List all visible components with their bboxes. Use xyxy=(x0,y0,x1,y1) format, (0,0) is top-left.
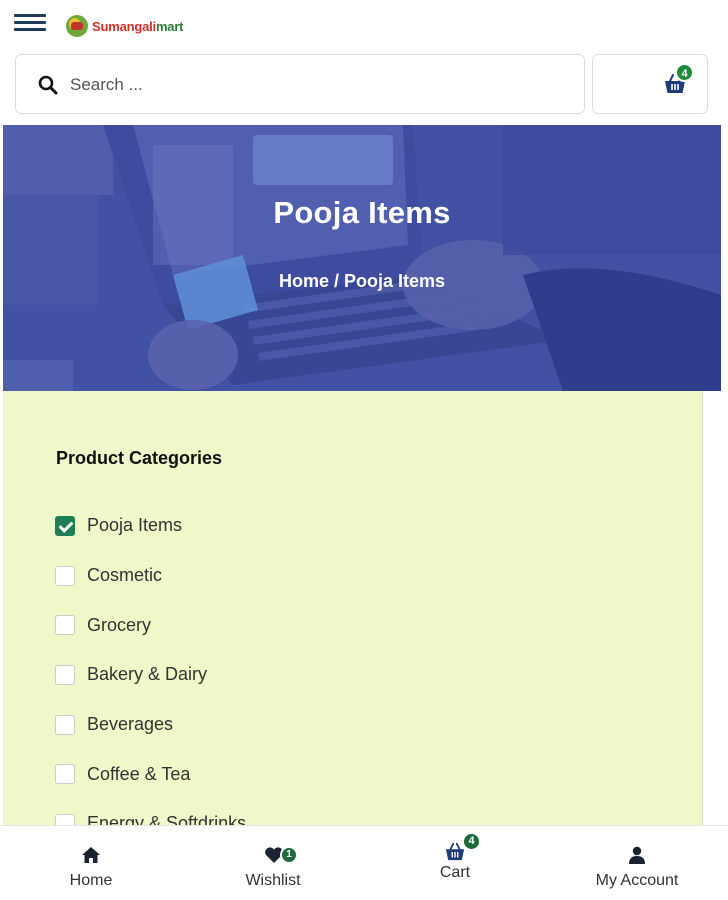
category-label: Grocery xyxy=(87,614,152,635)
page-title: Pooja Items xyxy=(273,195,451,230)
category-checkbox[interactable] xyxy=(55,515,75,536)
category-checkbox[interactable] xyxy=(55,664,75,685)
nav-my-account[interactable]: My Account xyxy=(546,826,728,900)
category-item-pooja-items[interactable]: Pooja Items xyxy=(55,501,246,551)
top-bar: Sumangalimart xyxy=(0,0,728,52)
user-icon xyxy=(629,846,645,864)
search-box xyxy=(15,54,585,114)
hamburger-menu-icon[interactable] xyxy=(14,10,46,38)
nav-wishlist[interactable]: 1 Wishlist xyxy=(182,826,364,900)
category-checkbox[interactable] xyxy=(55,615,75,636)
header-cart-button[interactable]: 4 xyxy=(592,54,708,114)
category-item-grocery[interactable]: Grocery xyxy=(55,600,246,650)
category-item-beverages[interactable]: Beverages xyxy=(55,700,246,750)
category-item-bakery-dairy[interactable]: Bakery & Dairy xyxy=(55,650,246,700)
site-logo[interactable]: Sumangalimart xyxy=(66,12,184,40)
category-item-cosmetic[interactable]: Cosmetic xyxy=(55,551,246,601)
category-label: Coffee & Tea xyxy=(87,763,191,784)
category-label: Beverages xyxy=(87,714,174,735)
category-label: Pooja Items xyxy=(87,515,183,536)
breadcrumb: Home / Pooja Items xyxy=(3,271,721,292)
wishlist-count-badge: 1 xyxy=(280,846,298,864)
bottom-navigation: Home 1 Wishlist 4 Cart My Account xyxy=(0,825,728,900)
nav-cart[interactable]: 4 Cart xyxy=(364,826,546,900)
cart-count-badge: 4 xyxy=(675,63,694,82)
category-item-coffee-tea[interactable]: Coffee & Tea xyxy=(55,749,246,799)
product-categories-panel: Product Categories Pooja Items Cosmetic … xyxy=(3,391,703,834)
breadcrumb-separator: / xyxy=(328,271,344,291)
page-hero-banner: Pooja Items Home / Pooja Items xyxy=(3,125,721,391)
nav-home[interactable]: Home xyxy=(0,826,182,900)
logo-text-accent: mart xyxy=(155,18,184,34)
search-icon[interactable] xyxy=(38,75,58,95)
category-checkbox[interactable] xyxy=(55,764,75,785)
nav-wishlist-label: Wishlist xyxy=(245,872,301,889)
page: Sumangalimart 4 xyxy=(0,0,728,900)
category-label: Cosmetic xyxy=(87,565,163,586)
breadcrumb-home-link[interactable]: Home xyxy=(279,271,329,291)
product-categories-heading: Product Categories xyxy=(56,448,223,468)
search-input[interactable] xyxy=(70,69,570,101)
cart-nav-count-badge: 4 xyxy=(462,832,481,851)
nav-cart-label: Cart xyxy=(439,864,471,881)
home-icon xyxy=(82,847,100,863)
logo-mark-icon xyxy=(66,15,88,37)
breadcrumb-current: Pooja Items xyxy=(344,271,446,291)
category-list: Pooja Items Cosmetic Grocery Bakery & Da… xyxy=(55,501,246,849)
logo-text-main: Sumangali xyxy=(92,18,156,34)
hero-background-image xyxy=(3,125,721,391)
nav-my-account-label: My Account xyxy=(595,872,679,889)
category-label: Bakery & Dairy xyxy=(87,664,208,685)
category-checkbox[interactable] xyxy=(55,714,75,735)
category-checkbox[interactable] xyxy=(55,565,75,586)
nav-home-label: Home xyxy=(69,872,113,889)
